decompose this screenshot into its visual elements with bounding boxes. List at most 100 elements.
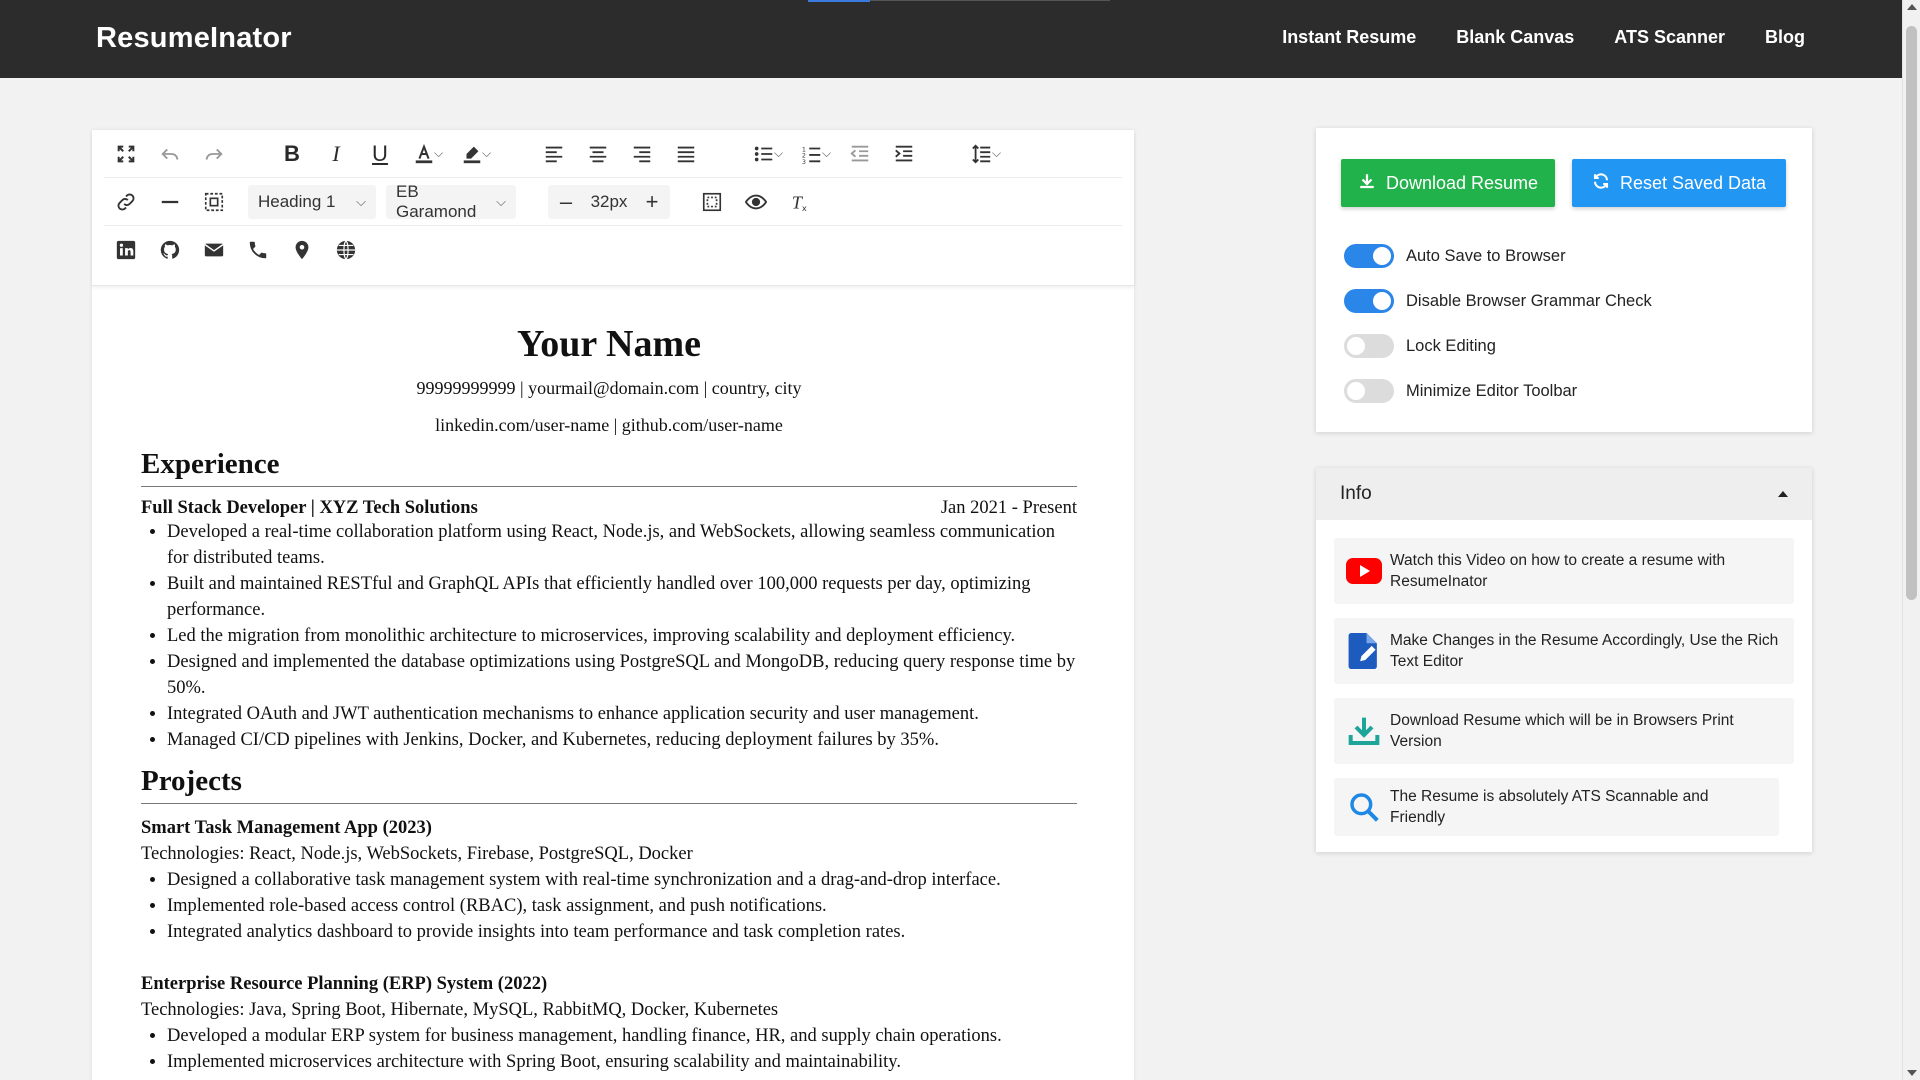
info-card-ats: The Resume is absolutely ATS Scannable a… [1334,778,1779,836]
chevron-down-icon: ⌵ [496,193,506,209]
toggle-label: Minimize Editor Toolbar [1406,381,1578,400]
download-resume-button[interactable]: Download Resume [1341,159,1555,207]
reset-saved-data-button[interactable]: Reset Saved Data [1572,159,1786,207]
page-margins-icon[interactable] [690,184,734,220]
github-icon[interactable] [148,232,192,268]
heading-select-value: Heading 1 [258,191,336,211]
info-card-text: Watch this Video on how to create a resu… [1390,552,1726,590]
loading-indicator [808,0,870,2]
bold-icon[interactable]: B [270,136,314,172]
minimize-toolbar-toggle-row: Minimize Editor Toolbar [1344,379,1577,403]
resume-links-line: linkedin.com/user-name | github.com/user… [435,415,783,435]
font-size-value[interactable]: 32px [584,185,634,219]
info-card-video[interactable]: Watch this Video on how to create a resu… [1334,538,1794,604]
redo-icon[interactable] [192,136,236,172]
top-navbar: ResumeInator Instant Resume Blank Canvas… [0,0,1902,78]
location-pin-icon[interactable] [280,232,324,268]
search-icon [1346,789,1382,825]
brand-logo[interactable]: ResumeInator [96,22,292,55]
project-title: Enterprise Resource Planning (ERP) Syste… [141,974,548,994]
heading-select[interactable]: Heading 1 ⌵ [248,184,376,219]
resume-document[interactable]: Your Name 99999999999 | yourmail@domain.… [141,286,1077,1075]
chevron-down-icon[interactable]: ⌵ [774,146,790,161]
project-bullets: Developed a modular ERP system for busin… [167,1023,1077,1075]
list-item: Developed a modular ERP system for busin… [167,1023,1077,1049]
list-item: Designed a collaborative task management… [167,867,1077,893]
chevron-down-icon[interactable]: ⌵ [482,146,498,161]
caret-up-icon [1778,491,1788,497]
align-left-icon[interactable] [532,136,576,172]
scrollbar-thumb[interactable] [1906,26,1917,600]
list-item: Integrated OAuth and JWT authentication … [167,701,1077,727]
grammar-check-toggle-row: Disable Browser Grammar Check [1344,289,1652,313]
toolbar-row-style: Heading 1 ⌵ EB Garamond ⌵ – 32px + Tx [104,178,1122,226]
align-justify-icon[interactable] [664,136,708,172]
info-title: Info [1340,483,1372,504]
nav-blog[interactable]: Blog [1765,27,1805,48]
select-all-icon[interactable] [192,184,236,220]
horizontal-rule-icon[interactable] [148,184,192,220]
toolbar-row-insert-icons [104,226,1122,274]
info-accordion-header[interactable]: Info [1316,468,1812,520]
email-icon[interactable] [192,232,236,268]
toolbar-row-formatting: B I U ⌵ ⌵ ⌵ 1 2 3 ⌵ ⌵ [104,130,1122,178]
toggle-label: Disable Browser Grammar Check [1406,291,1652,310]
align-right-icon[interactable] [620,136,664,172]
fullscreen-icon[interactable] [104,136,148,172]
font-size-stepper: – 32px + [548,184,670,219]
nav-blank-canvas[interactable]: Blank Canvas [1456,27,1574,48]
preview-eye-icon[interactable] [734,184,778,220]
italic-icon[interactable]: I [314,136,358,172]
align-center-icon[interactable] [576,136,620,172]
main-nav: Instant Resume Blank Canvas ATS Scanner … [1282,27,1805,48]
youtube-icon [1346,553,1382,589]
experience-heading: Experience [141,448,1077,487]
reset-saved-data-label: Reset Saved Data [1619,172,1767,193]
minimize-toolbar-toggle[interactable] [1344,379,1394,403]
decrease-size-button[interactable]: – [548,185,584,219]
chevron-down-icon[interactable]: ⌵ [992,146,1008,161]
outdent-icon[interactable] [838,136,882,172]
clear-formatting-icon[interactable]: Tx [778,184,822,220]
list-item: Led the migration from monolithic archit… [167,623,1077,649]
undo-icon[interactable] [148,136,192,172]
info-card-download: Download Resume which will be in Browser… [1334,698,1794,764]
globe-icon[interactable] [324,232,368,268]
nav-ats-scanner[interactable]: ATS Scanner [1614,27,1725,48]
job-entry-header: Full Stack Developer | XYZ Tech Solution… [141,498,1077,519]
settings-panel: Download Resume Reset Saved Data Auto Sa… [1316,128,1812,432]
project-technologies: Technologies: React, Node.js, WebSockets… [141,844,693,864]
loading-track [870,0,1110,1]
nav-instant-resume[interactable]: Instant Resume [1282,27,1416,48]
job-bullets: Developed a real-time collaboration plat… [167,519,1077,753]
scroll-down-arrow-icon[interactable] [1907,1070,1917,1076]
linkedin-icon[interactable] [104,232,148,268]
link-icon[interactable] [104,184,148,220]
chevron-down-icon[interactable]: ⌵ [822,146,838,161]
resume-name: Your Name [516,323,701,365]
refresh-icon [1592,172,1610,195]
edit-document-icon [1346,633,1382,669]
list-item: Integrated analytics dashboard to provid… [167,919,1077,945]
grammar-check-toggle[interactable] [1344,289,1394,313]
chevron-down-icon: ⌵ [356,193,366,209]
project-bullets: Designed a collaborative task management… [167,867,1077,945]
info-card-text: The Resume is absolutely ATS Scannable a… [1390,788,1709,826]
resume-contact-line: 99999999999 | yourmail@domain.com | coun… [416,378,802,398]
font-family-select[interactable]: EB Garamond ⌵ [386,182,516,221]
lock-editing-toggle[interactable] [1344,334,1394,358]
increase-size-button[interactable]: + [634,185,670,219]
chevron-down-icon[interactable]: ⌵ [434,146,450,161]
underline-icon[interactable]: U [358,136,402,172]
resume-editor: B I U ⌵ ⌵ ⌵ 1 2 3 ⌵ ⌵ Heading 1 ⌵ EB Gar… [92,130,1134,1080]
page-scrollbar[interactable] [1902,0,1920,1080]
indent-icon[interactable] [882,136,926,172]
scroll-up-arrow-icon[interactable] [1907,4,1917,10]
list-item: Developed a real-time collaboration plat… [167,519,1077,571]
list-item: Managed CI/CD pipelines with Jenkins, Do… [167,727,1077,753]
editor-toolbar: B I U ⌵ ⌵ ⌵ 1 2 3 ⌵ ⌵ Heading 1 ⌵ EB Gar… [92,130,1134,286]
auto-save-toggle-row: Auto Save to Browser [1344,244,1566,268]
auto-save-toggle[interactable] [1344,244,1394,268]
list-item: Implemented role-based access control (R… [167,893,1077,919]
phone-icon[interactable] [236,232,280,268]
